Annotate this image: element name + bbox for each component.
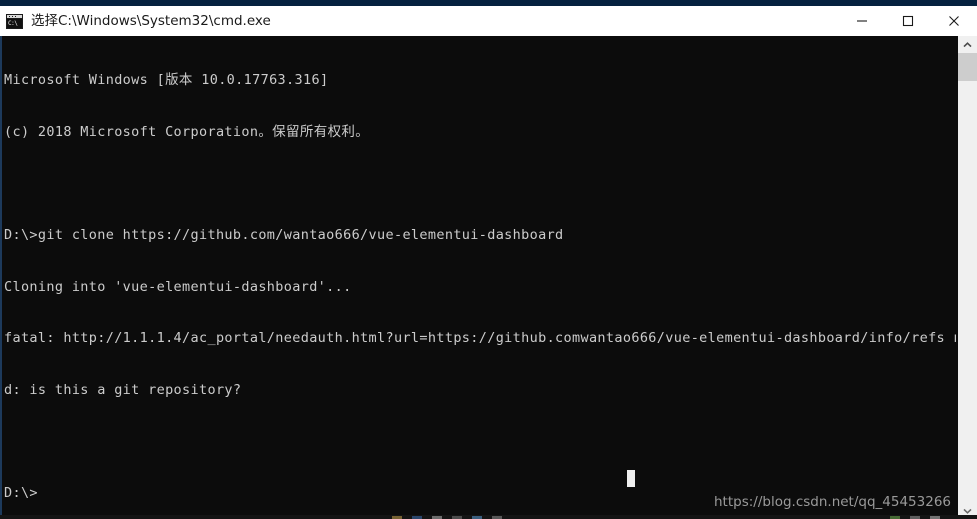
vertical-scrollbar[interactable] [958, 36, 977, 519]
console-output-area[interactable]: Microsoft Windows [版本 10.0.17763.316] (c… [0, 36, 977, 519]
maximize-icon [902, 15, 914, 27]
terminal-line: fatal: http://1.1.1.4/ac_portal/needauth… [4, 330, 956, 347]
close-button[interactable] [931, 6, 977, 36]
window-title: 选择C:\Windows\System32\cmd.exe [31, 13, 271, 29]
maximize-button[interactable] [885, 6, 931, 36]
scroll-thumb[interactable] [958, 53, 977, 81]
window-controls [839, 6, 977, 36]
terminal-line: D:\>git clone https://github.com/wantao6… [4, 227, 564, 244]
cmd-icon: C:\ [6, 13, 23, 29]
terminal-line: Cloning into 'vue-elementui-dashboard'..… [4, 278, 352, 295]
terminal-line: (c) 2018 Microsoft Corporation。保留所有权利。 [4, 124, 370, 140]
minimize-icon [857, 20, 867, 22]
terminal-text: Microsoft Windows [版本 10.0.17763.316] (c… [4, 38, 956, 519]
cmd-icon-glyph: C:\ [7, 18, 22, 28]
taskbar-sliver [0, 515, 977, 519]
text-cursor [627, 470, 635, 487]
chevron-down-icon [963, 508, 972, 514]
cmd-window: C:\ 选择C:\Windows\System32\cmd.exe Micros… [0, 0, 977, 519]
chevron-up-icon [963, 41, 972, 47]
window-titlebar[interactable]: C:\ 选择C:\Windows\System32\cmd.exe [0, 6, 977, 36]
minimize-button[interactable] [839, 6, 885, 36]
terminal-line: d: is this a git repository? [4, 381, 242, 398]
terminal-line: Microsoft Windows [版本 10.0.17763.316] [4, 72, 329, 89]
scroll-up-arrow[interactable] [958, 36, 977, 53]
close-icon [949, 16, 959, 26]
watermark-text: https://blog.csdn.net/qq_45453266 [713, 494, 951, 510]
